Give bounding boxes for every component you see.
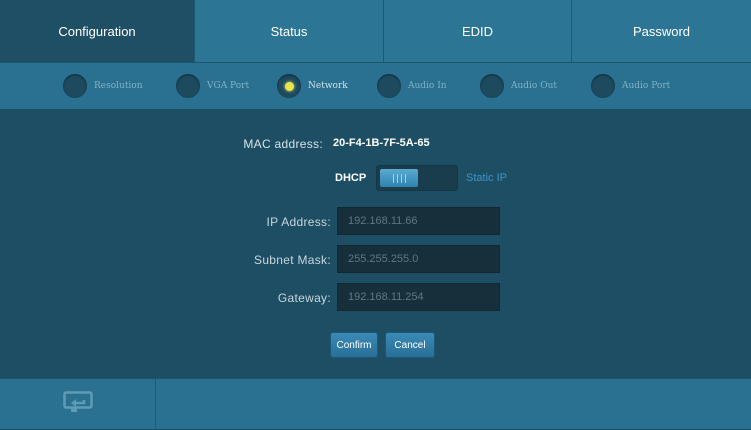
subnav-audio-out[interactable]: Audio Out: [480, 74, 557, 98]
confirm-button[interactable]: Confirm: [330, 332, 378, 358]
radio-indicator-icon: [176, 74, 200, 98]
back-button[interactable]: [0, 379, 156, 430]
subnav-audio-port[interactable]: Audio Port: [591, 74, 670, 98]
subnav-label: VGA Port: [207, 81, 250, 91]
tab-status[interactable]: Status: [195, 0, 384, 62]
radio-indicator-icon: [63, 74, 87, 98]
ip-address-label: IP Address:: [266, 215, 331, 229]
return-icon: [62, 391, 93, 418]
dhcp-static-toggle[interactable]: [376, 165, 458, 191]
subnav-network[interactable]: Network: [277, 74, 348, 98]
cancel-button[interactable]: Cancel: [385, 332, 435, 358]
mac-address-label: MAC address:: [243, 137, 323, 151]
dhcp-label: DHCP: [335, 172, 367, 184]
subnav-label: Network: [308, 81, 348, 91]
radio-indicator-icon: [480, 74, 504, 98]
tab-edid[interactable]: EDID: [384, 0, 572, 62]
network-settings-form: MAC address: 20-F4-1B-7F-5A-65 DHCP Stat…: [0, 108, 751, 378]
subnav-resolution[interactable]: Resolution: [63, 74, 143, 98]
gateway-field[interactable]: [337, 283, 500, 311]
radio-indicator-active-icon: [277, 74, 301, 98]
ip-address-field[interactable]: [337, 207, 500, 235]
subnav-audio-in[interactable]: Audio In: [377, 74, 447, 98]
led-on-icon: [284, 81, 294, 91]
toggle-knob[interactable]: [380, 169, 418, 187]
radio-indicator-icon: [377, 74, 401, 98]
gateway-label: Gateway:: [277, 291, 331, 305]
subnet-mask-label: Subnet Mask:: [254, 253, 331, 267]
sub-navigation: Resolution VGA Port Network Audio In Aud…: [0, 62, 751, 109]
subnav-label: Audio Out: [511, 81, 558, 91]
subnav-label: Audio In: [408, 81, 447, 91]
static-ip-label: Static IP: [466, 172, 507, 184]
subnav-vga-port[interactable]: VGA Port: [176, 74, 249, 98]
radio-indicator-icon: [591, 74, 615, 98]
subnet-mask-field[interactable]: [337, 245, 500, 273]
subnav-label: Audio Port: [622, 81, 671, 91]
mac-address-value: 20-F4-1B-7F-5A-65: [333, 137, 430, 149]
footer-bar: [0, 378, 751, 430]
tab-password[interactable]: Password: [572, 0, 751, 62]
tab-configuration[interactable]: Configuration: [0, 0, 195, 62]
subnav-label: Resolution: [94, 81, 143, 91]
top-tab-bar: Configuration Status EDID Password: [0, 0, 751, 62]
